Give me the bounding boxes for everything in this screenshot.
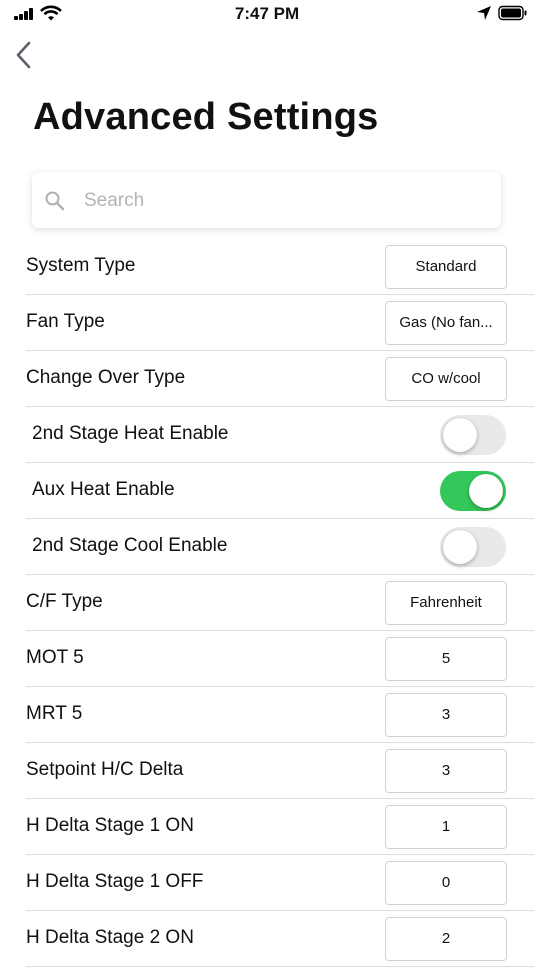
setting-row-system-type: System Type Standard xyxy=(26,239,534,295)
h-delta-stage-1-off-value-button[interactable]: 0 xyxy=(385,861,507,905)
settings-list: System Type Standard Fan Type Gas (No fa… xyxy=(26,239,534,967)
setting-label: 2nd Stage Heat Enable xyxy=(32,423,229,444)
setting-row-2nd-stage-cool: 2nd Stage Cool Enable xyxy=(26,519,534,575)
setting-row-2nd-stage-heat: 2nd Stage Heat Enable xyxy=(26,407,534,463)
setting-label: MOT 5 xyxy=(26,647,84,668)
cf-type-value-button[interactable]: Fahrenheit xyxy=(385,581,507,625)
setting-label: System Type xyxy=(26,255,136,276)
aux-heat-toggle[interactable] xyxy=(440,471,506,511)
setting-row-h-delta-stage-1-on: H Delta Stage 1 ON 1 xyxy=(26,799,534,855)
2nd-stage-heat-toggle[interactable] xyxy=(440,415,506,455)
toggle-knob xyxy=(443,530,477,564)
status-time: 7:47 PM xyxy=(234,4,300,23)
mot-5-value-button[interactable]: 5 xyxy=(385,637,507,681)
setting-label: H Delta Stage 1 OFF xyxy=(26,871,204,892)
location-arrow-icon xyxy=(477,6,491,20)
setting-row-h-delta-stage-1-off: H Delta Stage 1 OFF 0 xyxy=(26,855,534,911)
search-icon xyxy=(45,191,65,211)
setting-label: Fan Type xyxy=(26,311,105,332)
back-chevron-icon[interactable] xyxy=(12,40,38,70)
setting-row-fan-type: Fan Type Gas (No fan... xyxy=(26,295,534,351)
system-type-value-button[interactable]: Standard xyxy=(385,245,507,289)
setting-row-cf-type: C/F Type Fahrenheit xyxy=(26,575,534,631)
setting-label: Setpoint H/C Delta xyxy=(26,759,184,780)
change-over-type-value-button[interactable]: CO w/cool xyxy=(385,357,507,401)
toggle-knob xyxy=(469,474,503,508)
setting-row-aux-heat: Aux Heat Enable xyxy=(26,463,534,519)
setpoint-hc-delta-value-button[interactable]: 3 xyxy=(385,749,507,793)
setting-row-mrt-5: MRT 5 3 xyxy=(26,687,534,743)
setting-label: Aux Heat Enable xyxy=(32,479,175,500)
setting-row-change-over-type: Change Over Type CO w/cool xyxy=(26,351,534,407)
setting-label: Change Over Type xyxy=(26,367,186,388)
h-delta-stage-1-on-value-button[interactable]: 1 xyxy=(385,805,507,849)
mrt-5-value-button[interactable]: 3 xyxy=(385,693,507,737)
toggle-knob xyxy=(443,418,477,452)
2nd-stage-cool-toggle[interactable] xyxy=(440,527,506,567)
setting-row-h-delta-stage-2-on: H Delta Stage 2 ON 2 xyxy=(26,911,534,967)
setting-label: MRT 5 xyxy=(26,703,83,724)
setting-label: 2nd Stage Cool Enable xyxy=(32,535,228,556)
page-title: Advanced Settings xyxy=(33,96,379,138)
setting-label: H Delta Stage 2 ON xyxy=(26,927,194,948)
setting-label: C/F Type xyxy=(26,591,103,612)
h-delta-stage-2-on-value-button[interactable]: 2 xyxy=(385,917,507,961)
setting-row-setpoint-hc-delta: Setpoint H/C Delta 3 xyxy=(26,743,534,799)
search-bar[interactable] xyxy=(32,172,501,228)
status-bar: 7:47 PM xyxy=(0,0,534,26)
fan-type-value-button[interactable]: Gas (No fan... xyxy=(385,301,507,345)
search-input[interactable] xyxy=(82,186,486,216)
setting-row-mot-5: MOT 5 5 xyxy=(26,631,534,687)
battery-icon xyxy=(498,5,527,21)
setting-label: H Delta Stage 1 ON xyxy=(26,815,194,836)
